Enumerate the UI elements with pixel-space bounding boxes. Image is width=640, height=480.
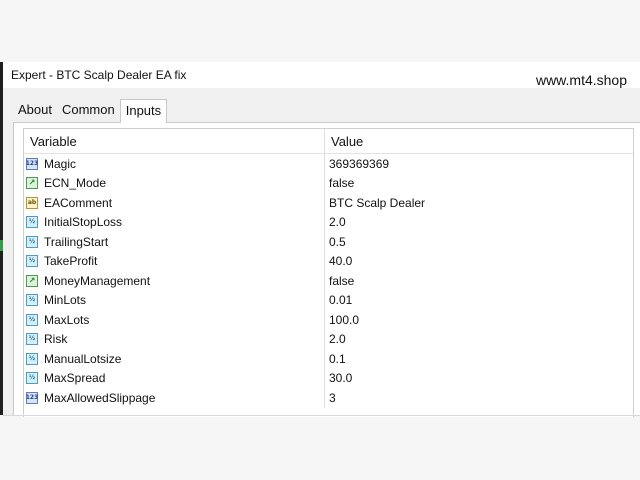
variable-cell: ½ MinLots <box>24 290 325 310</box>
variable-name: ECN_Mode <box>44 176 107 191</box>
table-row[interactable]: ½ ManualLotsize 0.1 <box>24 349 633 369</box>
inputs-panel: Variable Value 123 Magic 369369369 ↗ ECN_Mod… <box>13 122 640 417</box>
variable-name: MaxSpread <box>44 371 106 386</box>
table-row[interactable]: ↗ MoneyManagement false <box>24 271 633 291</box>
column-header-variable[interactable]: Variable <box>24 129 325 153</box>
variable-cell: ½ ManualLotsize <box>24 349 325 369</box>
value-cell[interactable]: 30.0 <box>325 369 633 389</box>
table-row[interactable]: ½ MinLots 0.01 <box>24 290 633 311</box>
double-icon: ½ <box>26 333 38 346</box>
table-row[interactable]: ½ Risk 2.0 <box>24 329 633 350</box>
value-cell[interactable]: 0.1 <box>325 349 633 369</box>
table-header: Variable Value <box>24 129 633 154</box>
variable-cell: ½ Risk <box>24 329 325 349</box>
watermark-text: www.mt4.shop <box>535 72 627 88</box>
variable-name: MaxAllowedSlippage <box>44 390 156 405</box>
table-row[interactable]: 123 Magic 369369369 <box>24 154 633 174</box>
variable-name: TakeProfit <box>44 254 98 269</box>
value-cell[interactable]: 3 <box>325 388 633 408</box>
double-icon: ½ <box>26 294 38 307</box>
column-header-value[interactable]: Value <box>325 129 633 153</box>
value-cell[interactable]: BTC Scalp Dealer <box>325 193 633 213</box>
int-icon: 123 <box>26 157 38 170</box>
tab-about[interactable]: About <box>13 98 57 122</box>
window-title: Expert - BTC Scalp Dealer EA fix <box>11 68 187 82</box>
variable-cell: ½ InitialStopLoss <box>24 212 325 232</box>
value-cell[interactable]: 0.01 <box>325 291 633 311</box>
string-icon: ab <box>26 196 38 209</box>
table-row[interactable]: ½ TrailingStart 0.5 <box>24 232 633 252</box>
table-row[interactable]: ↗ ECN_Mode false <box>24 173 633 194</box>
variable-name: EAComment <box>44 195 113 210</box>
variable-cell: 123 Magic <box>24 154 325 174</box>
int-icon: 123 <box>26 391 38 404</box>
value-cell[interactable]: 2.0 <box>325 213 633 233</box>
window-bottom-edge <box>3 415 640 416</box>
inputs-table: Variable Value 123 Magic 369369369 ↗ ECN_Mod… <box>23 128 634 417</box>
variable-name: InitialStopLoss <box>44 215 123 230</box>
bool-icon: ↗ <box>26 177 38 190</box>
variable-name: MaxLots <box>44 312 90 327</box>
variable-cell: 123 MaxAllowedSlippage <box>24 388 325 408</box>
expert-properties-window: Expert - BTC Scalp Dealer EA fix About C… <box>3 62 640 417</box>
double-icon: ½ <box>26 216 38 229</box>
double-icon: ½ <box>26 313 38 326</box>
table-row[interactable]: ½ TakeProfit 40.0 <box>24 251 633 272</box>
double-icon: ½ <box>26 352 38 365</box>
tab-common[interactable]: Common <box>57 98 120 122</box>
table-row[interactable]: 123 MaxAllowedSlippage 3 <box>24 388 633 408</box>
variable-cell: ½ MaxLots <box>24 310 325 330</box>
variable-cell: ↗ ECN_Mode <box>24 173 325 193</box>
double-icon: ½ <box>26 235 38 248</box>
variable-name: MinLots <box>44 293 87 308</box>
value-cell[interactable]: 369369369 <box>325 154 633 174</box>
variable-cell: ↗ MoneyManagement <box>24 271 325 291</box>
tab-inputs[interactable]: Inputs <box>119 99 168 123</box>
variable-name: TrailingStart <box>44 234 109 249</box>
variable-cell: ½ TrailingStart <box>24 232 325 252</box>
tab-strip: About Common Inputs <box>13 98 168 123</box>
table-row[interactable]: ab EAComment BTC Scalp Dealer <box>24 193 633 213</box>
value-cell[interactable]: 100.0 <box>325 310 633 330</box>
table-row[interactable]: ½ MaxSpread 30.0 <box>24 368 633 389</box>
variable-cell: ½ MaxSpread <box>24 368 325 388</box>
value-cell[interactable]: false <box>325 174 633 194</box>
table-body: 123 Magic 369369369 ↗ ECN_Mode false ab EAComme… <box>24 154 633 408</box>
value-cell[interactable]: false <box>325 271 633 291</box>
variable-name: MoneyManagement <box>44 273 151 288</box>
variable-name: ManualLotsize <box>44 351 122 366</box>
table-row[interactable]: ½ InitialStopLoss 2.0 <box>24 212 633 233</box>
double-icon: ½ <box>26 372 38 385</box>
value-cell[interactable]: 40.0 <box>325 252 633 272</box>
variable-name: Magic <box>44 156 77 171</box>
table-row[interactable]: ½ MaxLots 100.0 <box>24 310 633 330</box>
variable-name: Risk <box>44 332 68 347</box>
value-cell[interactable]: 2.0 <box>325 330 633 350</box>
variable-cell: ab EAComment <box>24 193 325 213</box>
bool-icon: ↗ <box>26 274 38 287</box>
value-cell[interactable]: 0.5 <box>325 232 633 252</box>
variable-cell: ½ TakeProfit <box>24 251 325 271</box>
double-icon: ½ <box>26 255 38 268</box>
